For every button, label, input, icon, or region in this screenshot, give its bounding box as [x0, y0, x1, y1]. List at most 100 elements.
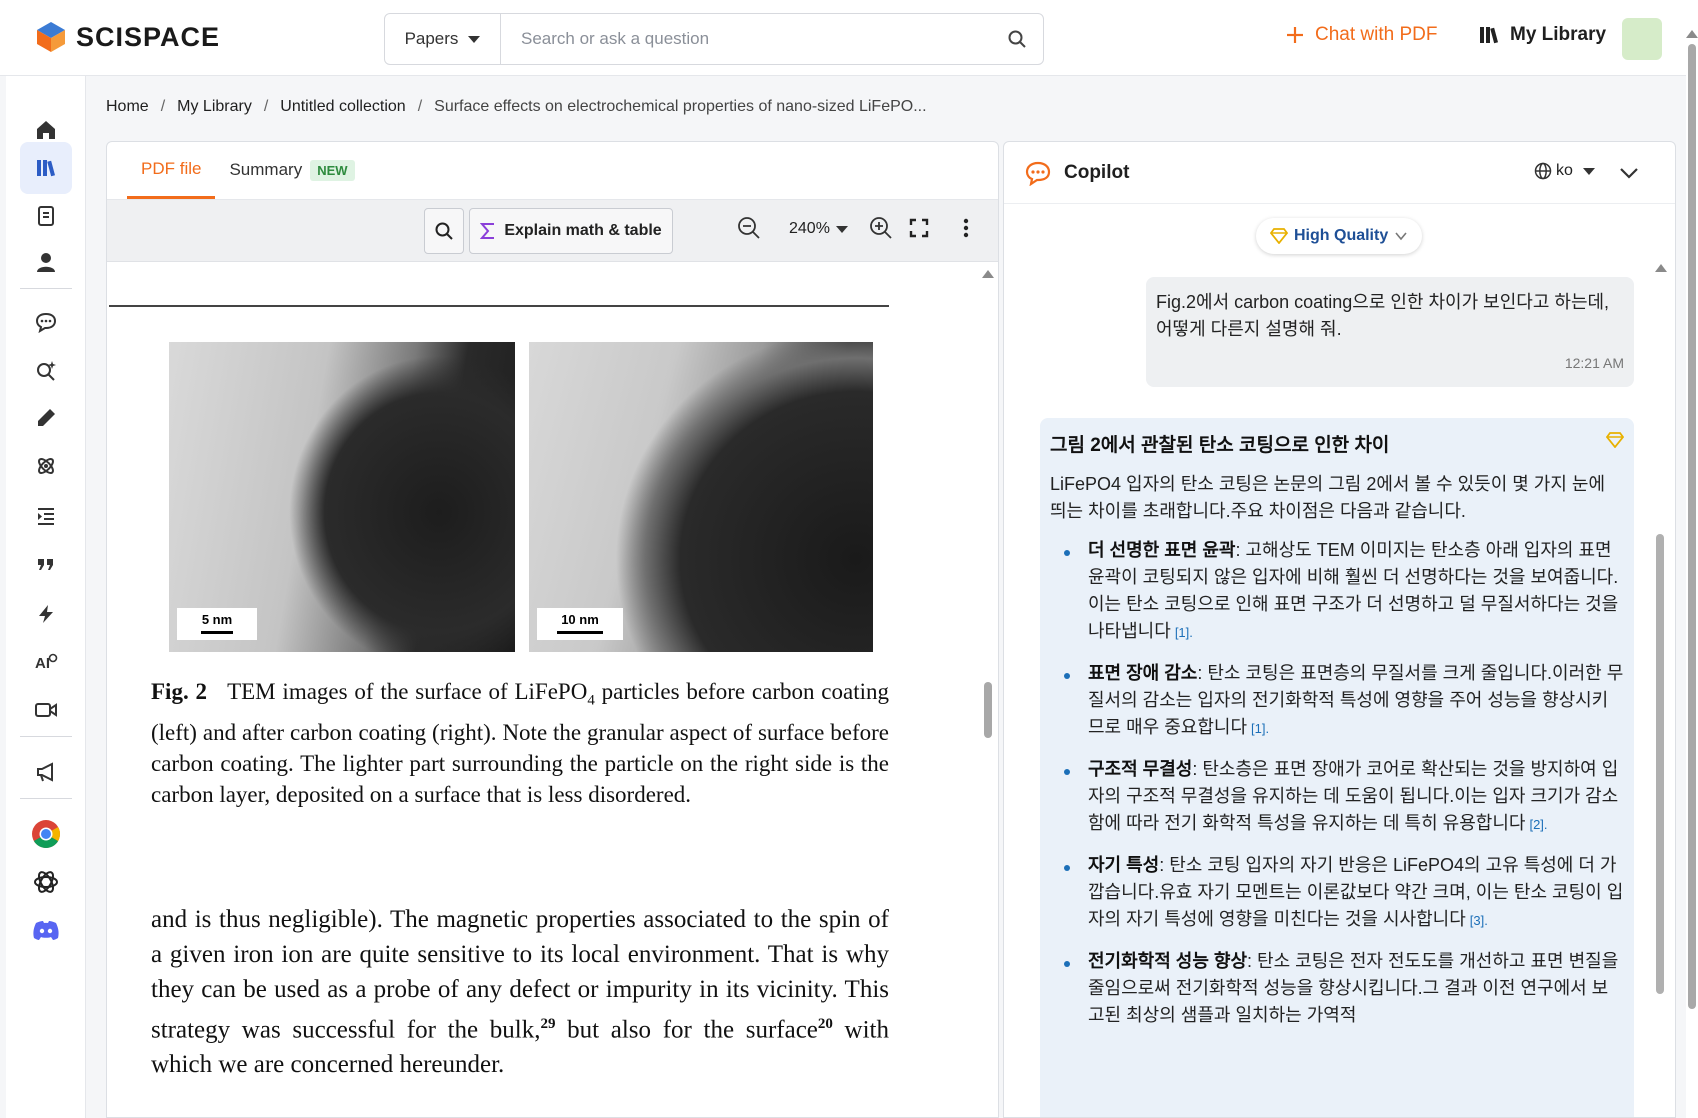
sidebar-item-citation[interactable]	[20, 538, 72, 590]
copilot-scrollbar-thumb[interactable]	[1656, 534, 1664, 994]
breadcrumb-collection[interactable]: Untitled collection	[280, 98, 405, 116]
zoom-in-button[interactable]	[869, 216, 893, 245]
explain-math-table-label: Explain math & table	[504, 222, 662, 239]
chat-with-pdf-label: Chat with PDF	[1315, 24, 1438, 45]
sidebar-item-writer[interactable]	[20, 392, 72, 444]
figure-caption: Fig. 2 TEM images of the surface of LiFe…	[151, 676, 889, 810]
sidebar-item-quick[interactable]	[20, 588, 72, 640]
answer-item-heading: 표면 장애 감소	[1088, 663, 1198, 683]
sidebar-item-outline[interactable]	[20, 490, 72, 542]
page-scrollbar-thumb[interactable]	[1688, 44, 1696, 1009]
pdf-panel: PDF file Summary NEW Explain math & tabl…	[106, 141, 999, 1118]
sidebar-item-chrome[interactable]	[20, 808, 72, 860]
answer-title: 그림 2에서 관찰된 탄소 코팅으로 인한 차이	[1050, 435, 1390, 456]
zoom-out-button[interactable]	[737, 216, 761, 245]
sidebar-divider	[20, 798, 72, 799]
app-root: SCISPACE Papers Chat with PDF My Library	[0, 0, 1698, 1118]
sidebar-item-discord[interactable]	[20, 904, 72, 956]
pdf-search-button[interactable]	[424, 208, 464, 254]
sidebar-item-notebook[interactable]	[20, 190, 72, 242]
search-button[interactable]	[991, 14, 1043, 64]
search-icon	[1008, 30, 1026, 48]
sidebar-item-ai-search[interactable]	[20, 344, 72, 396]
caret-down-icon	[468, 35, 481, 43]
search-icon	[435, 222, 453, 240]
plus-icon	[1287, 27, 1303, 43]
sidebar-item-chat[interactable]	[20, 296, 72, 348]
caret-down-icon	[835, 225, 848, 233]
sidebar-item-ai-detector[interactable]: AI	[20, 636, 72, 688]
tab-summary[interactable]: Summary NEW	[215, 142, 368, 199]
citation-link[interactable]: [1].	[1251, 721, 1269, 736]
megaphone-icon	[37, 762, 53, 782]
fullscreen-button[interactable]	[909, 218, 929, 243]
answer-item-text: : 탄소 코팅 입자의 자기 반응은 LiFePO4의 고유 특성에 더 가깝습…	[1088, 855, 1624, 929]
pdf-scroll-up-arrow[interactable]	[982, 270, 994, 278]
language-select[interactable]: ko	[1534, 162, 1595, 180]
discord-icon	[33, 921, 59, 940]
sidebar-item-video[interactable]	[20, 684, 72, 736]
scale-bar-label: 10 nm	[561, 612, 599, 627]
more-options-button[interactable]	[963, 218, 969, 243]
search-input[interactable]	[501, 14, 991, 64]
quality-select[interactable]: High Quality	[1256, 218, 1423, 254]
citation-link[interactable]: [2].	[1529, 817, 1547, 832]
svg-text:AI: AI	[35, 655, 50, 672]
sidebar-divider	[20, 288, 72, 289]
pdf-scrollbar-thumb[interactable]	[984, 682, 992, 738]
sidebar-item-chatgpt[interactable]	[20, 856, 72, 908]
globe-icon	[1534, 162, 1552, 180]
diamond-icon	[1270, 228, 1288, 244]
explain-math-table-button[interactable]: Explain math & table	[469, 208, 673, 254]
sidebar-divider	[20, 736, 72, 737]
chat-with-pdf-button[interactable]: Chat with PDF	[1285, 24, 1437, 46]
answer-item-heading: 전기화학적 성능 향상	[1088, 951, 1248, 971]
pdf-horizontal-rule	[109, 305, 889, 307]
sidebar-item-profile[interactable]	[20, 236, 72, 288]
page-scroll-up-arrow[interactable]	[1686, 30, 1698, 38]
answer-intro: LiFePO4 입자의 탄소 코팅은 논문의 그림 2에서 볼 수 있듯이 몇 …	[1050, 474, 1606, 521]
search-scope-select[interactable]: Papers	[385, 14, 501, 64]
caption-text: TEM images of the surface of LiFePO	[227, 679, 588, 704]
citation-link[interactable]: [3].	[1470, 913, 1488, 928]
breadcrumb-home[interactable]: Home	[106, 98, 149, 116]
high-quality-indicator	[1605, 432, 1625, 453]
zoom-out-icon	[738, 217, 760, 239]
copilot-title: Copilot	[1064, 161, 1130, 183]
reference-superscript: 20	[817, 1016, 833, 1032]
tab-pdf-file-label: PDF file	[141, 158, 202, 178]
scale-bar-label: 5 nm	[201, 612, 233, 627]
list-indent-icon	[38, 508, 54, 525]
avatar[interactable]	[1622, 18, 1662, 60]
scale-bar-10nm: 10 nm	[537, 608, 623, 640]
copilot-answer-card: 그림 2에서 관찰된 탄소 코팅으로 인한 차이 LiFePO4 입자의 탄소 …	[1040, 418, 1634, 1117]
caption-subscript: 4	[587, 692, 595, 709]
notebook-icon	[38, 206, 54, 226]
citation-link[interactable]: [1].	[1175, 625, 1193, 640]
tab-pdf-file[interactable]: PDF file	[127, 142, 216, 199]
answer-list-item: 구조적 무결성: 탄소층은 표면 장애가 코어로 확산되는 것을 방지하여 입자…	[1050, 756, 1624, 838]
my-library-button[interactable]: My Library	[1478, 24, 1606, 46]
zoom-level-select[interactable]: 240%	[789, 220, 848, 238]
answer-list-item: 자기 특성: 탄소 코팅 입자의 자기 반응은 LiFePO4의 고유 특성에 …	[1050, 852, 1624, 934]
pdf-viewer[interactable]: 5 nm 10 nm Fig. 2 TEM images of the surf…	[107, 262, 998, 1117]
breadcrumb-separator: /	[263, 98, 269, 115]
collapse-copilot-button[interactable]	[1618, 162, 1640, 189]
library-icon	[1480, 27, 1499, 44]
user-message-bubble: Fig.2에서 carbon coating으로 인한 차이가 보인다고 하는데…	[1146, 277, 1634, 387]
body-text: but also for the surface	[555, 1016, 818, 1044]
copilot-scroll-up-arrow[interactable]	[1655, 264, 1667, 272]
pen-icon	[38, 409, 55, 426]
breadcrumb-my-library[interactable]: My Library	[177, 98, 252, 116]
sidebar-item-extract[interactable]	[20, 440, 72, 492]
sidebar-item-announcements[interactable]	[20, 746, 72, 798]
brand[interactable]: SCISPACE	[34, 20, 220, 54]
chat-bubble-icon	[35, 312, 57, 333]
sigma-icon	[480, 223, 495, 239]
pdf-toolbar: Explain math & table 240%	[107, 200, 998, 262]
atom-icon	[38, 458, 54, 474]
library-icon	[37, 160, 56, 177]
more-vertical-icon	[963, 218, 969, 238]
sidebar-item-library[interactable]	[20, 142, 72, 194]
tab-summary-label: Summary	[229, 160, 303, 179]
